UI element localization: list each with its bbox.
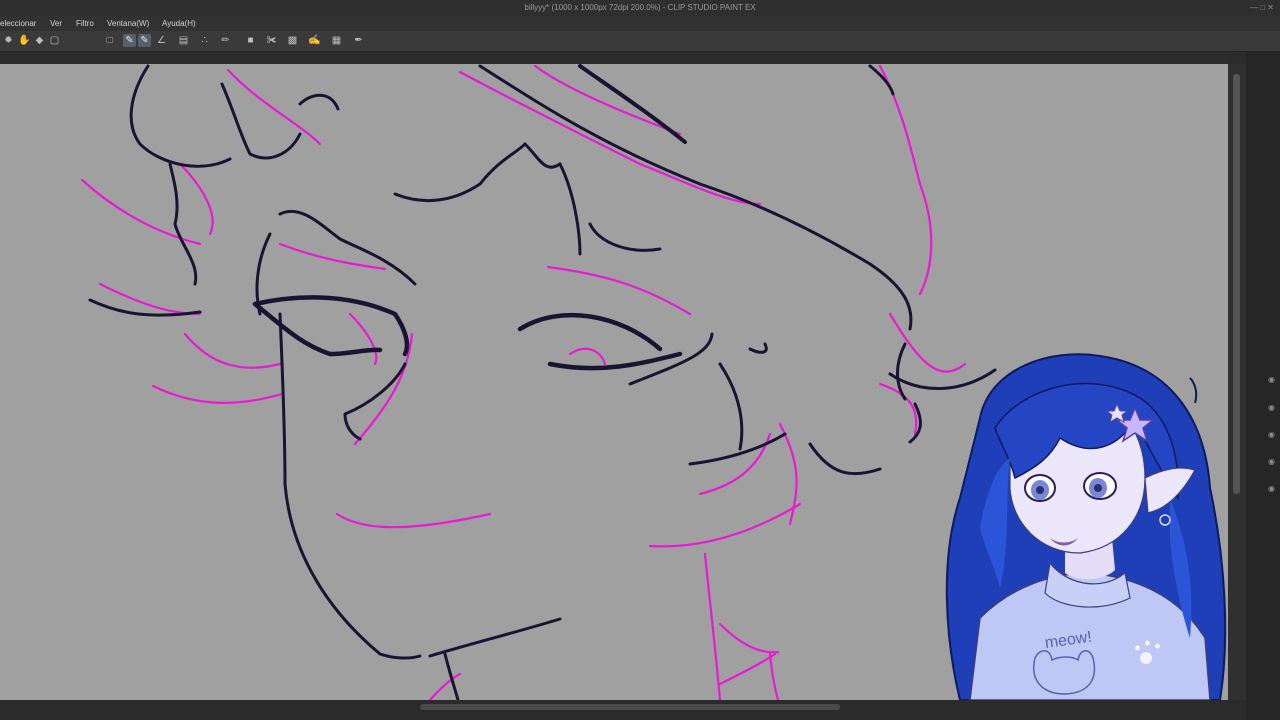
sparkle-icon[interactable]: ✹ (2, 34, 15, 47)
document-tab-strip (0, 52, 1230, 64)
vtuber-avatar: meow! (940, 348, 1230, 701)
sketch-lines (80, 64, 967, 700)
menu-bar: eleccionar Ver Filtro Ventana(W) Ayuda(H… (0, 16, 1280, 31)
title-bar: billyyy* (1000 x 1000px 72dpi 200.0%) - … (0, 0, 1280, 16)
fill-icon[interactable]: ▩ (286, 34, 299, 47)
crop-icon[interactable]: ▢ (48, 34, 61, 47)
lasso-icon[interactable]: ∴ (198, 34, 211, 47)
ruler-icon[interactable]: ∠ (155, 34, 168, 47)
layer-icon[interactable]: ▤ (177, 34, 190, 47)
eye-icon[interactable]: ◉ (1268, 458, 1276, 466)
horizontal-scrollbar[interactable] (420, 704, 840, 710)
layer-panel-edge (1246, 52, 1280, 720)
color-square-icon[interactable]: ■ (244, 34, 257, 47)
vertical-scrollbar[interactable] (1228, 64, 1246, 700)
menu-window[interactable]: Ventana(W) (107, 16, 149, 31)
pen-active-icon[interactable]: ✒ (352, 34, 365, 47)
brush-alt-icon[interactable]: ✎ (138, 34, 151, 47)
eye-icon[interactable]: ◉ (1268, 404, 1276, 412)
window-title: billyyy* (1000 x 1000px 72dpi 200.0%) - … (524, 3, 756, 12)
eraser-icon[interactable]: ✀ (265, 34, 278, 47)
blank-icon[interactable] (72, 34, 85, 47)
eye-icon[interactable]: ◉ (1268, 485, 1276, 493)
pen-icon[interactable]: ✏ (219, 34, 232, 47)
menu-help[interactable]: Ayuda(H) (162, 16, 196, 31)
transform-icon[interactable]: ◆ (33, 34, 46, 47)
blank-alt-icon[interactable] (88, 34, 101, 47)
select-icon[interactable]: ▦ (330, 34, 343, 47)
brush-icon[interactable]: ✎ (123, 34, 136, 47)
hand-icon[interactable]: ✋ (18, 34, 31, 47)
menu-select[interactable]: eleccionar (0, 16, 36, 31)
status-bar (0, 700, 1246, 720)
eye-icon[interactable]: ◉ (1268, 431, 1276, 439)
window-controls[interactable]: — □ ✕ (1250, 0, 1274, 16)
blank-square-icon[interactable]: □ (103, 34, 116, 47)
command-bar: ✹ ✋ ◆ ▢ □ ✎ ✎ ∠ ▤ ∴ ✏ ■ ✀ ▩ ✍ ▦ ✒ (0, 31, 1280, 52)
lineart (88, 64, 997, 700)
vertical-scroll-thumb[interactable] (1233, 74, 1240, 494)
eye-icon[interactable]: ◉ (1268, 376, 1276, 384)
menu-filter[interactable]: Filtro (76, 16, 94, 31)
pen-tool-icon[interactable]: ✍ (308, 34, 321, 47)
menu-view[interactable]: Ver (50, 16, 62, 31)
